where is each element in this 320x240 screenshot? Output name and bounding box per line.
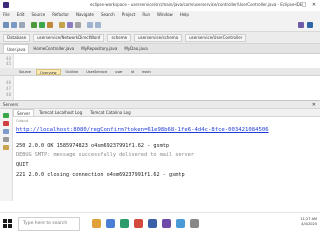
eclipse-taskbar-icon[interactable] <box>162 219 171 228</box>
console-line: 250 2.0.0 OK 1585974823 o4sm69237991f1.6… <box>16 143 170 149</box>
servers-panel: Servers ✕ Server Tomcat Localhost Log To… <box>0 100 320 201</box>
eclipse-logo-icon <box>3 2 9 8</box>
servers-header: Servers ✕ <box>0 101 320 109</box>
app-icon[interactable] <box>148 219 157 228</box>
menu-help[interactable]: Help <box>180 12 189 17</box>
windows-start-icon[interactable] <box>3 219 13 229</box>
search-icon[interactable] <box>67 22 73 28</box>
tab-home-controller[interactable]: HomeController.java <box>30 44 77 53</box>
run-icon[interactable] <box>39 22 45 28</box>
servers-tabs: Server Tomcat Localhost Log Tomcat Catal… <box>13 109 320 117</box>
minimize-button[interactable]: – <box>291 2 299 8</box>
line-number: 46 <box>5 80 11 85</box>
inner-tab-id[interactable]: id <box>128 69 137 75</box>
inner-tab-source[interactable]: Source <box>16 69 34 75</box>
title-bar: eclipse-workspace - userservice/src/main… <box>0 0 320 11</box>
window-title: eclipse-workspace - userservice/src/main… <box>90 2 303 7</box>
taskbar-search-input[interactable]: Type here to search <box>18 217 80 231</box>
save-icon[interactable] <box>11 22 17 28</box>
refresh-icon[interactable] <box>3 137 9 142</box>
tab-server[interactable]: Server <box>13 109 35 116</box>
forward-icon[interactable] <box>95 22 101 28</box>
breadcrumb-item[interactable]: userservice/schema <box>134 33 183 42</box>
taskbar: Type here to search 11:27 AM 4/4/2020 <box>0 212 320 240</box>
menu-source[interactable]: Source <box>31 12 45 17</box>
menu-search[interactable]: Search <box>101 12 115 17</box>
code-editor[interactable]: 44 45 46 47 48 <box>0 54 320 100</box>
tab-tomcat-catalina-log[interactable]: Tomcat Catalina Log <box>87 109 134 116</box>
menu-bar: File Edit Source Refactor Navigate Searc… <box>0 11 320 18</box>
maximize-button[interactable]: □ <box>300 2 308 8</box>
line-number: 48 <box>5 92 11 97</box>
tab-user-java[interactable]: User.java <box>3 44 30 53</box>
app-icon[interactable] <box>134 219 143 228</box>
confirm-link[interactable]: http://localhost:8080/regConfirm?token=6… <box>16 127 269 133</box>
print-icon[interactable] <box>19 22 25 28</box>
start-server-icon[interactable] <box>3 113 9 118</box>
settings-icon[interactable] <box>3 145 9 150</box>
menu-run[interactable]: Run <box>142 12 150 17</box>
line-number: 47 <box>5 86 11 91</box>
back-icon[interactable] <box>87 22 93 28</box>
menu-edit[interactable]: Edit <box>17 12 25 17</box>
inner-tab-userservice[interactable]: UserService <box>83 69 110 75</box>
annotation-icon[interactable] <box>75 22 81 28</box>
menu-refactor[interactable]: Refactor <box>52 12 69 17</box>
publish-icon[interactable] <box>3 129 9 134</box>
clock-date: 4/4/2020 <box>301 222 317 226</box>
inner-tab-main[interactable]: main <box>139 69 154 75</box>
breadcrumb-item[interactable]: Database <box>3 33 31 42</box>
breadcrumb: Database userservice/NetworkDirectWord s… <box>0 32 320 44</box>
console-line: DEBUG SMTP: message successfully deliver… <box>16 152 195 158</box>
output-label: Output <box>16 119 29 123</box>
menu-navigate[interactable]: Navigate <box>76 12 94 17</box>
app-icon[interactable] <box>176 219 185 228</box>
inner-tab-overview[interactable]: Overview <box>36 69 61 75</box>
editor-tabs: User.java HomeController.java MyReposito… <box>0 44 320 54</box>
stop-server-icon[interactable] <box>3 121 9 126</box>
inner-tab-strip: Source Overview Outline UserService user… <box>0 68 320 76</box>
file-explorer-icon[interactable] <box>92 219 101 228</box>
inner-tab-outline[interactable]: Outline <box>63 69 82 75</box>
close-icon[interactable]: ✕ <box>312 102 316 108</box>
tab-my-repository[interactable]: MyRepository.java <box>78 44 120 53</box>
console-line: QUIT <box>16 162 29 168</box>
app-icon[interactable] <box>190 219 199 228</box>
line-number-gutter: 44 45 46 47 48 <box>0 54 14 100</box>
app-icon[interactable] <box>120 219 129 228</box>
inner-tab-user[interactable]: user <box>112 69 126 75</box>
menu-project[interactable]: Project <box>122 12 136 17</box>
inner-tab-group: Source Overview Outline UserService user… <box>16 69 156 75</box>
menu-window[interactable]: Window <box>157 12 173 17</box>
java-ee-perspective-icon[interactable] <box>298 22 304 28</box>
menu-file[interactable]: File <box>3 12 10 17</box>
chrome-icon[interactable] <box>106 219 115 228</box>
servers-title: Servers <box>3 102 19 107</box>
system-tray[interactable]: 11:27 AM 4/4/2020 <box>300 217 317 227</box>
breadcrumb-item[interactable]: userservice/NetworkDirectWord <box>33 33 105 42</box>
external-tools-icon[interactable] <box>47 22 53 28</box>
line-number: 45 <box>5 61 11 66</box>
tab-tomcat-localhost-log[interactable]: Tomcat Localhost Log <box>36 109 85 116</box>
console-output: Output http://localhost:8080/regConfirm?… <box>16 119 316 197</box>
console-line: 221 2.0.0 closing connection o4sm6923799… <box>16 172 185 178</box>
close-button[interactable]: ✕ <box>310 2 318 8</box>
new-icon[interactable] <box>3 22 9 28</box>
breadcrumb-item[interactable]: userservice/UserController <box>185 33 247 42</box>
open-type-icon[interactable] <box>59 22 65 28</box>
toolbar <box>0 18 320 32</box>
debug-icon[interactable] <box>31 22 37 28</box>
breadcrumb-item[interactable]: scheme <box>107 33 132 42</box>
servers-side-toolbar <box>0 109 13 201</box>
tab-my-dao[interactable]: MyDao.java <box>121 44 150 53</box>
java-perspective-icon[interactable] <box>307 22 313 28</box>
